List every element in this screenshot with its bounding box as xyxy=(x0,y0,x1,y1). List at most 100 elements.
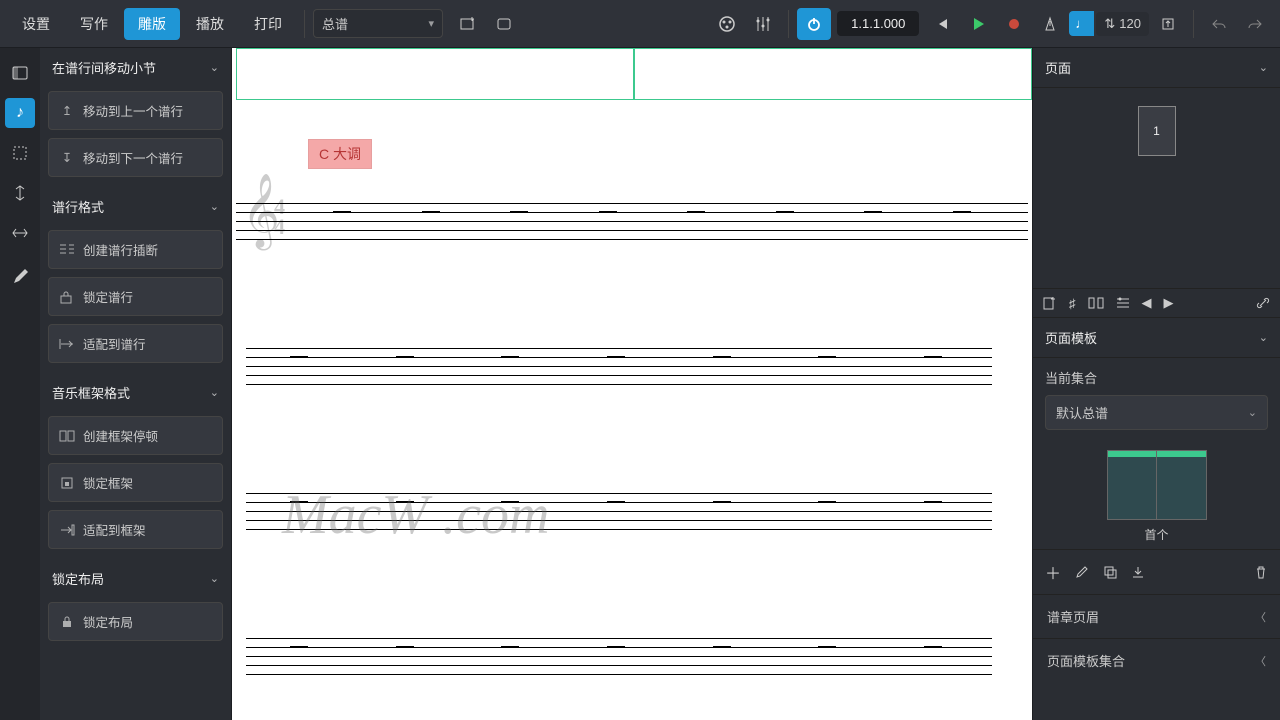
frame-tool-button[interactable] xyxy=(5,138,35,168)
panel-toggle-button[interactable] xyxy=(5,58,35,88)
note-tool-button[interactable]: ♪ xyxy=(5,98,35,128)
menu-engrave[interactable]: 雕版 xyxy=(124,8,180,40)
whole-rest xyxy=(422,211,440,212)
edit-tool-button[interactable] xyxy=(5,262,35,292)
play-button[interactable] xyxy=(961,8,995,40)
staff-spacing-button[interactable] xyxy=(5,178,35,208)
template-header[interactable]: 页面模板 ⌄ xyxy=(1033,318,1280,358)
staff-system[interactable] xyxy=(246,493,992,529)
whole-rest xyxy=(607,356,625,357)
pages-toolbar: ♯ ◀ ▶ xyxy=(1033,288,1280,318)
move-next-system-button[interactable]: ↧ 移动到下一个谱行 xyxy=(48,138,223,177)
tempo-display[interactable]: ♩ xyxy=(1069,11,1094,36)
staff-system[interactable] xyxy=(246,638,992,674)
menu-print[interactable]: 打印 xyxy=(240,8,296,40)
left-panel: 在谱行间移动小节 ⌄ ↥ 移动到上一个谱行 ↧ 移动到下一个谱行 谱行格式 ⌄ … xyxy=(40,48,232,720)
fit-to-system-button[interactable]: 适配到谱行 xyxy=(48,324,223,363)
menu-write[interactable]: 写作 xyxy=(66,8,122,40)
barline xyxy=(669,493,670,494)
barline xyxy=(298,203,299,204)
export-icon[interactable] xyxy=(1151,8,1185,40)
arrow-down-icon: ↧ xyxy=(59,150,75,166)
mixer-icon[interactable] xyxy=(746,8,780,40)
tempo-value: 120 xyxy=(1119,16,1141,31)
section-title: 谱行格式 xyxy=(52,197,104,216)
lock-icon xyxy=(59,289,75,305)
layout-select-value: 总谱 xyxy=(322,14,348,33)
add-page-icon[interactable] xyxy=(1043,296,1057,310)
flow-heading-row[interactable]: 谱章页眉 〈 xyxy=(1033,595,1280,639)
lock-system-button[interactable]: 锁定谱行 xyxy=(48,277,223,316)
lock-frame-button[interactable]: 锁定框架 xyxy=(48,463,223,502)
text-frame-top[interactable] xyxy=(236,48,1032,100)
metronome-icon[interactable] xyxy=(1033,8,1067,40)
whole-rest xyxy=(818,501,836,502)
whole-rest xyxy=(396,646,414,647)
chevron-down-icon: ⌄ xyxy=(210,61,219,74)
section-lock-layout[interactable]: 锁定布局 ⌄ xyxy=(40,559,231,598)
arrow-up-icon: ↥ xyxy=(59,103,75,119)
fit-icon xyxy=(59,336,75,352)
template-thumb-first[interactable] xyxy=(1107,450,1207,520)
create-frame-break-button[interactable]: 创建框架停顿 xyxy=(48,416,223,455)
undo-button[interactable] xyxy=(1202,8,1236,40)
rewind-button[interactable] xyxy=(925,8,959,40)
btn-label: 移动到下一个谱行 xyxy=(83,148,183,167)
video-icon[interactable] xyxy=(710,8,744,40)
record-button[interactable] xyxy=(997,8,1031,40)
prev-page-icon[interactable]: ◀ xyxy=(1142,295,1152,311)
whole-rest xyxy=(864,211,882,212)
barline xyxy=(352,493,353,494)
key-signature-flag[interactable]: C 大调 xyxy=(308,139,372,169)
select-value: 默认总谱 xyxy=(1056,403,1108,422)
edit-icon[interactable] xyxy=(1075,565,1089,579)
whole-rest xyxy=(953,211,971,212)
template-set-row[interactable]: 页面模板集合 〈 xyxy=(1033,639,1280,682)
section-frame-format[interactable]: 音乐框架格式 ⌄ xyxy=(40,373,231,412)
barline xyxy=(246,638,247,639)
create-system-break-button[interactable]: 创建谱行插断 xyxy=(48,230,223,269)
whole-rest xyxy=(776,211,794,212)
power-button[interactable] xyxy=(797,8,831,40)
lock-frame-icon xyxy=(59,475,75,491)
score-view[interactable]: C 大调 𝄞 44 MacW .com xyxy=(232,48,1032,720)
next-page-icon[interactable]: ▶ xyxy=(1164,295,1174,311)
list-icon[interactable] xyxy=(1116,297,1130,309)
download-icon[interactable] xyxy=(1131,565,1145,579)
tempo-value-box[interactable]: ⇅ 120 xyxy=(1096,12,1149,36)
menu-play[interactable]: 播放 xyxy=(182,8,238,40)
window-button[interactable] xyxy=(487,8,521,40)
swap-icon[interactable] xyxy=(1088,297,1104,309)
duplicate-icon[interactable] xyxy=(1103,565,1117,579)
sharp-icon[interactable]: ♯ xyxy=(1069,296,1076,311)
unlink-icon[interactable] xyxy=(1256,296,1270,310)
menu-setup[interactable]: 设置 xyxy=(8,8,64,40)
divider xyxy=(1193,10,1194,38)
staff-system[interactable]: 𝄞 44 xyxy=(236,203,1028,239)
staff-system[interactable] xyxy=(246,348,992,384)
page-thumb-1[interactable]: 1 xyxy=(1138,106,1176,156)
whole-rest xyxy=(290,356,308,357)
move-prev-system-button[interactable]: ↥ 移动到上一个谱行 xyxy=(48,91,223,130)
template-set-select[interactable]: 默认总谱 ⌄ xyxy=(1045,395,1268,430)
note-spacing-button[interactable] xyxy=(5,218,35,248)
transport-position[interactable]: 1.1.1.000 xyxy=(837,11,919,36)
redo-button[interactable] xyxy=(1238,8,1272,40)
fit-to-frame-button[interactable]: 适配到框架 xyxy=(48,510,223,549)
barline xyxy=(457,348,458,349)
row-label: 谱章页眉 xyxy=(1047,607,1099,626)
layout-select[interactable]: 总谱 ▾ xyxy=(313,9,443,38)
btn-label: 锁定框架 xyxy=(83,473,133,492)
new-tab-button[interactable] xyxy=(451,8,485,40)
section-system-format[interactable]: 谱行格式 ⌄ xyxy=(40,187,231,226)
pages-header[interactable]: 页面 ⌄ xyxy=(1033,48,1280,88)
whole-rest xyxy=(924,501,942,502)
trash-icon[interactable] xyxy=(1254,565,1268,579)
whole-rest xyxy=(396,356,414,357)
text-frame-left[interactable] xyxy=(236,48,634,100)
barline xyxy=(880,638,881,639)
text-frame-right[interactable] xyxy=(634,48,1032,100)
add-icon[interactable]: ＋ xyxy=(1045,560,1061,584)
lock-layout-button[interactable]: 锁定布局 xyxy=(48,602,223,641)
section-move-bars[interactable]: 在谱行间移动小节 ⌄ xyxy=(40,48,231,87)
